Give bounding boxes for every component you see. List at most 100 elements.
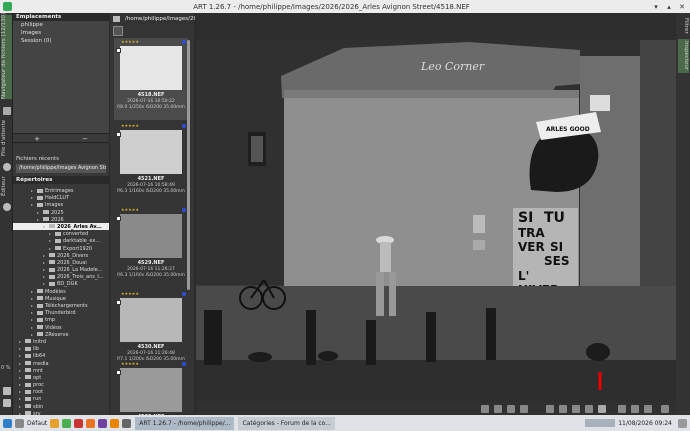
thumbnail[interactable]: ★★★★★ 4518.NEF 2026-07-16 10:50:22 f/8.0 1/…	[114, 38, 188, 120]
tree-node[interactable]: ▸ Vidéos	[13, 324, 109, 331]
rating-stars[interactable]: ★★★★★	[121, 291, 139, 296]
camera-icon[interactable]	[546, 405, 554, 413]
vlc-icon[interactable]	[110, 418, 120, 428]
select-checkbox[interactable]	[116, 300, 121, 305]
tree-node[interactable]: ▸ initrd	[13, 338, 109, 345]
filter-tool-icon[interactable]	[113, 26, 123, 36]
tree-node[interactable]: ▸ Entrimages	[13, 187, 109, 194]
folder-icon	[55, 231, 61, 236]
info-icon[interactable]	[494, 405, 502, 413]
clock[interactable]: 11/08/2026 09:24	[618, 420, 672, 427]
editor-icon[interactable]	[62, 418, 72, 428]
tree-node[interactable]: ▸ 2026_Douai	[13, 259, 109, 266]
tab-inspector[interactable]: Inspecteur	[678, 39, 689, 73]
layout-label[interactable]: Défaut	[27, 420, 47, 427]
folder-icon	[49, 267, 55, 272]
firefox-icon[interactable]	[86, 418, 96, 428]
thumbnail[interactable]: ★★★★★ 4529.NEF 2026-07-16 11:26:27 f/6.3 1/…	[114, 206, 188, 288]
zoom-in-icon[interactable]	[631, 405, 639, 413]
minimize-icon[interactable]: ▾	[651, 3, 661, 11]
image-viewer[interactable]: SI TU TRA VER SI SES L' HIVER ARLES GOOD…	[196, 40, 676, 402]
taskbar-task-browser[interactable]: Catégories - Forum de la co...	[238, 416, 335, 430]
recent-files-combo[interactable]: /home/philippe/Images Avignon Street	[16, 164, 106, 173]
right-tab-strip: Filtrer Inspecteur	[676, 13, 690, 415]
tree-node[interactable]: ▸ lib64	[13, 352, 109, 359]
tab-file-browser[interactable]: Navigateur de fichiers (12/130)	[1, 13, 12, 99]
add-place-button[interactable]: +	[13, 134, 61, 143]
tree-node[interactable]: ▸ root	[13, 388, 109, 395]
place-item[interactable]: Images	[13, 29, 109, 37]
tree-node[interactable]: ▸ 2025	[13, 209, 109, 216]
start-menu-icon[interactable]	[3, 418, 12, 428]
tree-node[interactable]: ▸ ZRéserve	[13, 331, 109, 338]
grid-icon[interactable]	[3, 387, 11, 395]
tree-node[interactable]: ▸ darktable_ex...	[13, 237, 109, 244]
place-item[interactable]: philippe	[13, 21, 109, 29]
tree-node[interactable]: ▸ converted	[13, 230, 109, 237]
crop-icon[interactable]	[572, 405, 580, 413]
tree-node[interactable]: ▸ Images	[13, 201, 109, 208]
filmstrip-scrollbar[interactable]	[187, 40, 190, 290]
tree-node[interactable]: ▸ Modèles	[13, 288, 109, 295]
tree-node[interactable]: ▸ Export1920	[13, 245, 109, 252]
tree-node-label: converted	[63, 231, 89, 238]
thumbnail[interactable]: ★★★★★ 4521.NEF 2026-07-16 10:58:49 f/6.3 1/…	[114, 122, 188, 204]
preview-icon[interactable]	[618, 405, 626, 413]
tools-icon[interactable]	[520, 405, 528, 413]
select-checkbox[interactable]	[116, 216, 121, 221]
desktop-icon[interactable]	[15, 418, 24, 428]
tree-node[interactable]: ▸ proc	[13, 381, 109, 388]
tree-node[interactable]: ▸ HaldCLUT	[13, 194, 109, 201]
select-checkbox[interactable]	[116, 48, 121, 53]
tree-node[interactable]: ▸ 2026_Arles Av...	[13, 222, 109, 231]
filezilla-icon[interactable]	[74, 418, 84, 428]
select-checkbox[interactable]	[116, 132, 121, 137]
tree-node[interactable]: ▸tmp	[13, 316, 109, 323]
rating-stars[interactable]: ★★★★★	[121, 123, 139, 128]
tree-node[interactable]: ▸ lib	[13, 345, 109, 352]
tree-node[interactable]: ▸ 2026	[13, 216, 109, 223]
tree-node[interactable]: ▸ 2026_Trois_ans_l...	[13, 273, 109, 280]
tab-filter[interactable]: Filtrer	[678, 15, 689, 37]
select-checkbox[interactable]	[116, 370, 121, 375]
tree-node[interactable]: ▸ BD_DGK	[13, 280, 109, 287]
thumbnail[interactable]: ★★★★★4532.NEF	[114, 360, 188, 420]
color-picker-icon[interactable]	[559, 405, 567, 413]
fullscreen-icon[interactable]	[661, 405, 669, 413]
rating-stars[interactable]: ★★★★★	[121, 39, 139, 44]
tree-node[interactable]: ▸ 2026_Divers	[13, 252, 109, 259]
remove-place-button[interactable]: −	[61, 134, 109, 143]
tree-node[interactable]: ▸ sbin	[13, 403, 109, 410]
folder-icon	[37, 202, 43, 207]
tab-queue[interactable]: File d'attente	[1, 119, 12, 157]
gimp-icon[interactable]	[98, 418, 108, 428]
maximize-icon[interactable]: ▴	[664, 3, 674, 11]
files-icon[interactable]	[50, 418, 60, 428]
folder-icon	[37, 317, 43, 322]
notification-icon[interactable]	[678, 418, 687, 428]
tree-node[interactable]: ▸ run	[13, 395, 109, 402]
rating-stars[interactable]: ★★★★★	[121, 207, 139, 212]
places-header: Emplacements	[13, 13, 109, 21]
taskbar-task-art[interactable]: ART 1.26.7 - /home/philippe/...	[135, 416, 235, 430]
tree-node[interactable]: ▸ Thunderbird	[13, 309, 109, 316]
tab-editor[interactable]: Éditeur	[1, 175, 12, 197]
tree-node[interactable]: ▸ 2026_La Madele...	[13, 266, 109, 273]
tree-node[interactable]: ▸ Musique	[13, 295, 109, 302]
place-item[interactable]: Session (0)	[13, 37, 109, 45]
mail-icon[interactable]	[122, 418, 132, 428]
folder-icon	[37, 296, 43, 301]
grid-view-icon[interactable]	[481, 405, 489, 413]
tree-node[interactable]: ▸ opt	[13, 374, 109, 381]
zoom-out-icon[interactable]	[644, 405, 652, 413]
info-icon[interactable]	[3, 399, 11, 407]
close-icon[interactable]: ✕	[677, 3, 687, 11]
rating-stars[interactable]: ★★★★★	[121, 361, 139, 366]
columns-icon[interactable]	[507, 405, 515, 413]
tree-node[interactable]: ▸ mnt	[13, 367, 109, 374]
tree-node[interactable]: ▸ media	[13, 360, 109, 367]
warning-icon[interactable]	[598, 405, 606, 413]
folder-icon	[25, 346, 31, 351]
tree-node[interactable]: ▸ Téléchargements	[13, 302, 109, 309]
straighten-icon[interactable]	[585, 405, 593, 413]
